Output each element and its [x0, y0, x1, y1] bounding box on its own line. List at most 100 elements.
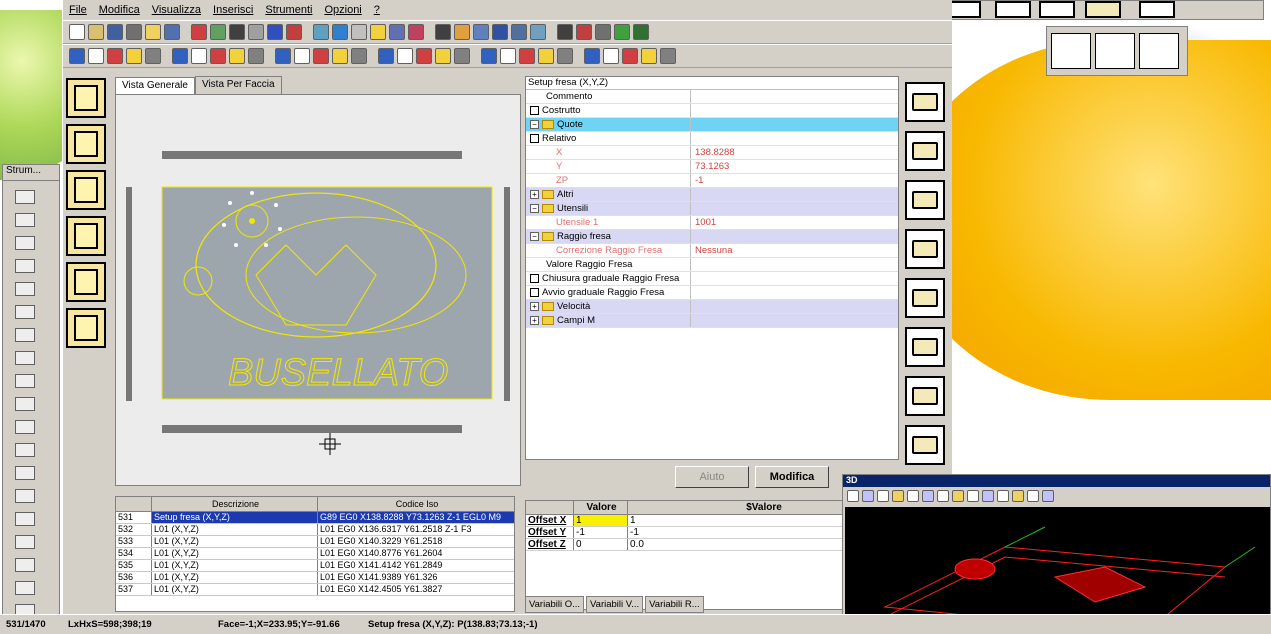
- toolbar-2-icon[interactable]: [397, 48, 413, 64]
- toolbar-1-icon[interactable]: [370, 24, 386, 40]
- right-tool-line[interactable]: [905, 180, 945, 220]
- 3d-toolbar-icon[interactable]: [862, 490, 874, 502]
- toolbar-2-icon[interactable]: [454, 48, 470, 64]
- menu-strumenti[interactable]: Strumenti: [265, 4, 312, 16]
- property-value[interactable]: -1: [690, 174, 898, 187]
- toolbar-1-icon[interactable]: [557, 24, 573, 40]
- property-row[interactable]: − Quote: [526, 118, 898, 132]
- property-value[interactable]: [690, 272, 898, 285]
- strumenti-icon[interactable]: [15, 213, 35, 227]
- toolbar-1-icon[interactable]: [313, 24, 329, 40]
- toolbar-2-icon[interactable]: [584, 48, 600, 64]
- toolbar-1-icon[interactable]: [473, 24, 489, 40]
- strumenti-icon[interactable]: [15, 305, 35, 319]
- property-value[interactable]: [690, 118, 898, 131]
- milling-tool-button[interactable]: [66, 308, 106, 348]
- expand-icon[interactable]: +: [530, 316, 539, 325]
- strumenti-icon[interactable]: [15, 282, 35, 296]
- toolbar-1-icon[interactable]: [69, 24, 85, 40]
- toolbar-1-icon[interactable]: [88, 24, 104, 40]
- expand-icon[interactable]: −: [530, 204, 539, 213]
- property-row[interactable]: − Raggio fresa: [526, 230, 898, 244]
- toolbar-2-icon[interactable]: [332, 48, 348, 64]
- strumenti-icon[interactable]: [15, 558, 35, 572]
- 3d-toolbar-icon[interactable]: [1027, 490, 1039, 502]
- 3d-toolbar-icon[interactable]: [907, 490, 919, 502]
- strumenti-icon[interactable]: [15, 259, 35, 273]
- property-row[interactable]: + Campi M: [526, 314, 898, 328]
- toolbar-1-icon[interactable]: [191, 24, 207, 40]
- property-value[interactable]: 138.8288: [690, 146, 898, 159]
- property-value[interactable]: [690, 258, 898, 271]
- property-value[interactable]: 73.1263: [690, 160, 898, 173]
- toolbar-1-icon[interactable]: [408, 24, 424, 40]
- property-row[interactable]: ZP -1: [526, 174, 898, 188]
- property-row[interactable]: Y 73.1263: [526, 160, 898, 174]
- tool-button-11[interactable]: [1139, 1, 1175, 18]
- checkbox[interactable]: [530, 288, 539, 297]
- grid-header-codice[interactable]: Codice Iso: [318, 497, 514, 511]
- 3d-toolbar-icon[interactable]: [1012, 490, 1024, 502]
- tool-button-8[interactable]: [995, 1, 1031, 18]
- toolbar-2-icon[interactable]: [641, 48, 657, 64]
- property-value[interactable]: [690, 90, 898, 103]
- right-tool-arc[interactable]: [905, 229, 945, 269]
- property-row[interactable]: + Velocità: [526, 300, 898, 314]
- toolbar-1-icon[interactable]: [351, 24, 367, 40]
- offset-cell[interactable]: 0: [574, 539, 628, 550]
- property-value[interactable]: [690, 188, 898, 201]
- property-row[interactable]: Costrutto: [526, 104, 898, 118]
- menu-opzioni[interactable]: Opzioni: [324, 4, 361, 16]
- 3d-toolbar-icon[interactable]: [847, 490, 859, 502]
- toolbar-2-icon[interactable]: [145, 48, 161, 64]
- tool-button-10[interactable]: [1085, 1, 1121, 18]
- right-tool-6[interactable]: [905, 327, 945, 367]
- toolbar-1-icon[interactable]: [454, 24, 470, 40]
- strumenti-icon[interactable]: [15, 397, 35, 411]
- property-row[interactable]: + Altri: [526, 188, 898, 202]
- 3d-toolbar-icon[interactable]: [892, 490, 904, 502]
- toolbar-1-icon[interactable]: [229, 24, 245, 40]
- checkbox[interactable]: [530, 106, 539, 115]
- toolbar-2-icon[interactable]: [435, 48, 451, 64]
- property-row[interactable]: Relativo: [526, 132, 898, 146]
- 3d-toolbar-icon[interactable]: [877, 490, 889, 502]
- expand-icon[interactable]: −: [530, 232, 539, 241]
- strumenti-icon[interactable]: [15, 535, 35, 549]
- 3d-toolbar-icon[interactable]: [997, 490, 1009, 502]
- toolbar-2-icon[interactable]: [557, 48, 573, 64]
- strumenti-icon[interactable]: [15, 420, 35, 434]
- table-row[interactable]: 533 L01 (X,Y,Z) L01 EG0 X140.3229 Y61.2518: [116, 536, 514, 548]
- expand-icon[interactable]: +: [530, 302, 539, 311]
- toolbar-1-icon[interactable]: [332, 24, 348, 40]
- property-value[interactable]: [690, 104, 898, 117]
- help-button[interactable]: Aiuto: [675, 466, 749, 488]
- toolbar-2-icon[interactable]: [603, 48, 619, 64]
- toolbar-2-icon[interactable]: [622, 48, 638, 64]
- property-row[interactable]: Chiusura graduale Raggio Fresa: [526, 272, 898, 286]
- property-row[interactable]: Correzione Raggio Fresa Nessuna: [526, 244, 898, 258]
- table-row[interactable]: 535 L01 (X,Y,Z) L01 EG0 X141.4142 Y61.2849: [116, 560, 514, 572]
- menu-file[interactable]: File: [69, 4, 87, 16]
- toolbar-2-icon[interactable]: [172, 48, 188, 64]
- toolbar-2-icon[interactable]: [294, 48, 310, 64]
- strumenti-icon[interactable]: [15, 374, 35, 388]
- offset-cell[interactable]: -1: [574, 527, 628, 538]
- toolbar-1-icon[interactable]: [435, 24, 451, 40]
- toolbar-2-icon[interactable]: [126, 48, 142, 64]
- tab-variabili-r[interactable]: Variabili R...: [645, 596, 704, 613]
- toolbar-1-icon[interactable]: [511, 24, 527, 40]
- toolbar-1-icon[interactable]: [267, 24, 283, 40]
- axis-x-icon[interactable]: [1051, 33, 1091, 69]
- table-row[interactable]: 537 L01 (X,Y,Z) L01 EG0 X142.4505 Y61.3827: [116, 584, 514, 596]
- checkbox[interactable]: [530, 274, 539, 283]
- toolbar-2-icon[interactable]: [313, 48, 329, 64]
- toolbar-2-icon[interactable]: [69, 48, 85, 64]
- door-tool-button[interactable]: [66, 124, 106, 164]
- shapes-tool-button[interactable]: [66, 262, 106, 302]
- property-row[interactable]: Avvio graduale Raggio Fresa: [526, 286, 898, 300]
- toolbar-2-icon[interactable]: [191, 48, 207, 64]
- table-row[interactable]: 534 L01 (X,Y,Z) L01 EG0 X140.8776 Y61.2604: [116, 548, 514, 560]
- tab-vista-generale[interactable]: Vista Generale: [115, 77, 195, 95]
- arch-tool-button[interactable]: [66, 170, 106, 210]
